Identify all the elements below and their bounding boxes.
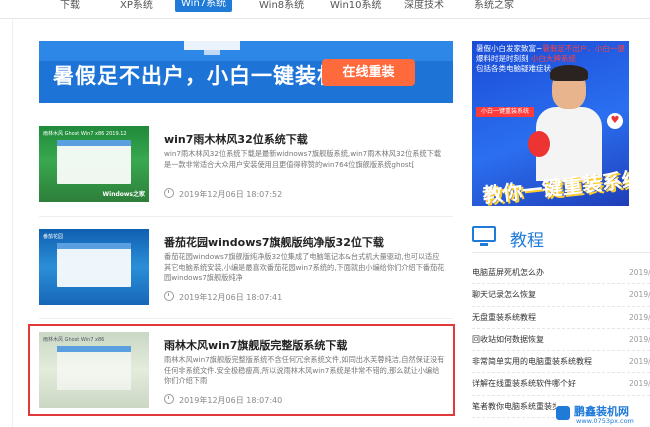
tutorial-date: 2019/1 bbox=[629, 334, 650, 344]
nav-item-xitongzhijia[interactable]: 系统之家 bbox=[474, 0, 514, 12]
thumbnail-caption: 雨林木风 Ghost Win7 x86 2019.12 bbox=[43, 131, 127, 137]
reinstall-online-button[interactable]: 在线重装 bbox=[322, 59, 415, 86]
banner-monitor-graphic bbox=[184, 41, 240, 55]
nav-item-win10[interactable]: Win10系统 bbox=[330, 0, 382, 12]
article-thumbnail[interactable]: 番茄花园 bbox=[39, 229, 149, 305]
promo-line1: 暑假小白发家致富~ bbox=[476, 44, 543, 53]
divider bbox=[39, 216, 453, 217]
list-item[interactable]: 电脑蓝屏死机怎么办 2019/1 bbox=[472, 262, 650, 285]
article-date: 2019年12月06日 18:07:41 bbox=[164, 291, 282, 303]
tutorial-date: 2019/1 bbox=[629, 290, 650, 300]
divider bbox=[39, 318, 453, 319]
promo-video-ad[interactable]: 暑假小白发家致富~暑假足不出户，小白一键 爆料时是时刻刻 小白大牌系统 包括各类… bbox=[472, 41, 629, 206]
banner-top-stripe bbox=[39, 41, 453, 61]
article-title[interactable]: win7雨木林风32位系统下载 bbox=[164, 131, 308, 147]
tutorial-link[interactable]: 笔者教你电脑系统重装步 bbox=[472, 402, 560, 411]
thumbnail-window-graphic bbox=[57, 243, 131, 287]
clock-icon bbox=[164, 188, 174, 198]
nav-item-deepin[interactable]: 深度技术 bbox=[404, 0, 444, 12]
article-item[interactable]: 雨林木风 Ghost Win7 x86 2019.12 Windows之家 wi… bbox=[39, 126, 453, 202]
tutorial-link[interactable]: 聊天记录怎么恢复 bbox=[472, 290, 536, 299]
article-date-text: 2019年12月06日 18:07:52 bbox=[179, 190, 283, 199]
article-item[interactable]: 番茄花园 番茄花园windows7旗舰版纯净版32位下载 番茄花园windows… bbox=[39, 229, 453, 305]
list-item[interactable]: 无盘重装系统教程 2019/1 bbox=[472, 307, 650, 329]
banner-slogan: 暑假足不出户，小白一键装机 bbox=[53, 64, 339, 88]
tutorial-date: 2019/1 bbox=[629, 379, 650, 389]
list-item[interactable]: 聊天记录怎么恢复 2019/1 bbox=[472, 284, 650, 307]
list-item[interactable]: 回收站如何数据恢复 2019/1 bbox=[472, 329, 650, 352]
page-border-line bbox=[12, 18, 13, 427]
heart-icon: ♥ bbox=[607, 113, 623, 129]
clock-icon bbox=[164, 291, 174, 301]
promo-line2-red: 小白大牌系统 bbox=[530, 54, 576, 63]
article-thumbnail[interactable]: 雨林木风 Ghost Win7 x86 2019.12 Windows之家 bbox=[39, 126, 149, 202]
presenter-image bbox=[528, 65, 604, 181]
article-date: 2019年12月06日 18:07:52 bbox=[164, 188, 282, 200]
promo-banner[interactable]: 暑假足不出户，小白一键装机 在线重装 bbox=[39, 41, 453, 103]
nav-item-win8[interactable]: Win8系统 bbox=[259, 0, 304, 12]
tutorial-link[interactable]: 回收站如何数据恢复 bbox=[472, 335, 544, 344]
tutorial-title: 教程 bbox=[510, 231, 544, 251]
top-navigation: 下载 XP系统 Win7系统 Win8系统 Win10系统 深度技术 系统之家 bbox=[0, 0, 650, 19]
list-item[interactable]: 详解在线重装系统软件哪个好 2019/1 bbox=[472, 373, 650, 396]
tutorial-link[interactable]: 电脑蓝屏死机怎么办 bbox=[472, 268, 544, 277]
monitor-icon bbox=[472, 226, 496, 246]
list-item[interactable]: 非常简单实用的电脑重装系统教程 2019/1 bbox=[472, 351, 650, 374]
tutorial-date: 2019/1 bbox=[629, 268, 650, 277]
tutorial-list: 电脑蓝屏死机怎么办 2019/1 聊天记录怎么恢复 2019/1 无盘重装系统教程 2… bbox=[472, 262, 650, 419]
nav-item-xp[interactable]: XP系统 bbox=[120, 0, 153, 12]
promo-red-tag: 小白一键重装系统 bbox=[476, 107, 534, 117]
tutorial-header: 教程 bbox=[472, 224, 650, 253]
thumbnail-caption: 番茄花园 bbox=[43, 234, 64, 240]
logo-mark-icon bbox=[556, 406, 570, 420]
microphone-icon bbox=[528, 131, 550, 157]
tutorial-link[interactable]: 非常简单实用的电脑重装系统教程 bbox=[472, 357, 592, 366]
nav-item-download[interactable]: 下载 bbox=[60, 0, 80, 12]
article-description: win7雨木林风32位系统下载是最新widnows7旗舰版系统,win7雨木林风… bbox=[164, 149, 442, 169]
logo-url: www.0753px.com bbox=[576, 417, 634, 425]
promo-line1-red: 暑假足不出户，小白一键 bbox=[542, 44, 625, 53]
promo-line2: 爆料时是时刻刻 bbox=[476, 54, 529, 63]
tutorial-date: 2019/1 bbox=[629, 357, 650, 367]
highlight-box bbox=[28, 324, 455, 416]
tutorial-date: 2019/1 bbox=[629, 312, 650, 322]
article-date-text: 2019年12月06日 18:07:41 bbox=[179, 293, 283, 302]
article-description: 番茄花园windows7旗舰版纯净版32位集成了电脑笔记本&台式机大量驱动,也可… bbox=[164, 252, 445, 282]
nav-item-win7[interactable]: Win7系统 bbox=[175, 0, 233, 12]
article-title[interactable]: 番茄花园windows7旗舰版纯净版32位下载 bbox=[164, 234, 384, 250]
thumbnail-watermark: Windows之家 bbox=[102, 191, 145, 198]
presenter-hair bbox=[550, 65, 588, 81]
tutorial-link[interactable]: 详解在线重装系统软件哪个好 bbox=[472, 379, 576, 388]
thumbnail-window-graphic bbox=[57, 140, 131, 184]
site-logo[interactable]: 鹏鑫装机网 www.0753px.com bbox=[556, 401, 650, 427]
tutorial-link[interactable]: 无盘重装系统教程 bbox=[472, 313, 536, 322]
